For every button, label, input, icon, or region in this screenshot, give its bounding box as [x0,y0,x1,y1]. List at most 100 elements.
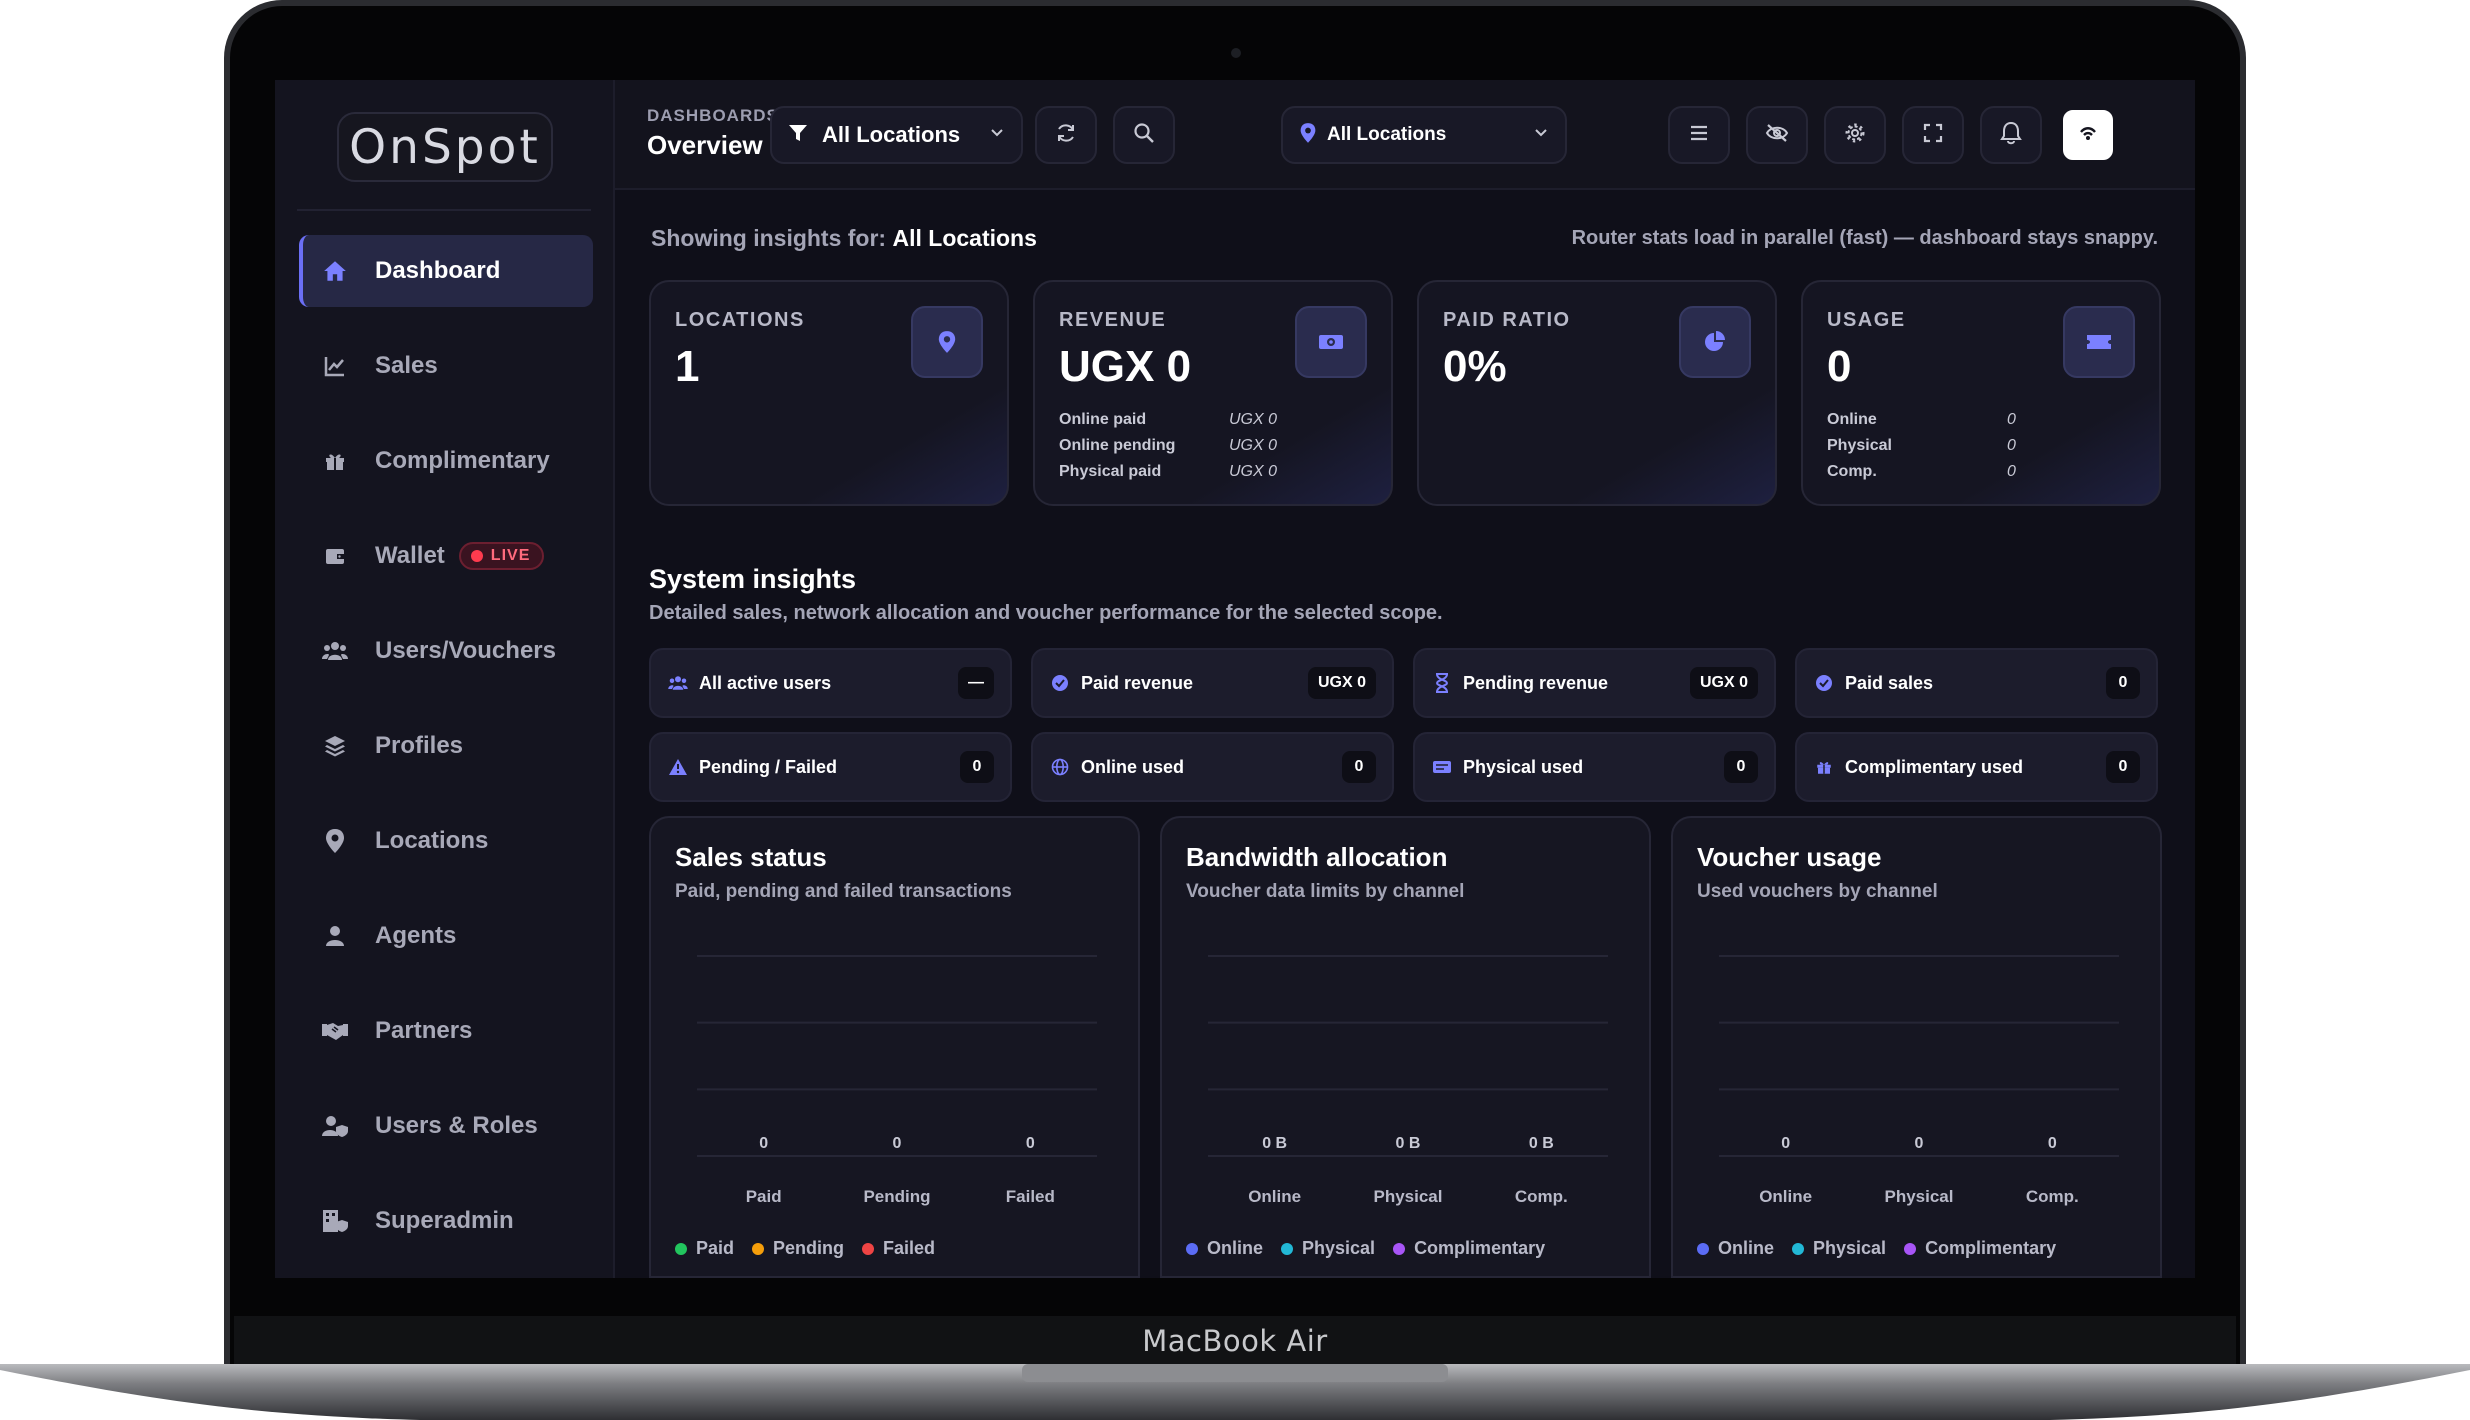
gift-icon [1813,756,1835,778]
menu-button[interactable] [1668,106,1730,164]
sidebar-item-locations[interactable]: Locations [299,805,593,877]
legend-item[interactable]: Failed [862,1238,935,1259]
wifi-logo-icon [2078,124,2098,147]
refresh-button[interactable] [1035,106,1097,164]
category-tick-label: Comp. [2026,1187,2079,1206]
insight-pill-complimentary-used[interactable]: Complimentary used 0 [1795,732,2158,802]
kpi-title: USAGE [1827,309,1906,331]
fullscreen-button[interactable] [1902,106,1964,164]
kpi-value: 0 [1827,342,1852,391]
user-avatar-button[interactable] [2063,110,2113,160]
legend-item[interactable]: Physical [1281,1238,1375,1259]
legend-label: Complimentary [1925,1238,2057,1258]
map-pin-icon [911,306,983,378]
category-tick-label: Paid [746,1187,782,1206]
sidebar-item-users-roles[interactable]: Users & Roles [299,1090,593,1162]
device-label: MacBook Air [1142,1324,1328,1358]
sidebar-item-superadmin[interactable]: Superadmin [299,1185,593,1257]
location-select-value: All Locations [1327,124,1447,145]
legend-item[interactable]: Online [1697,1238,1774,1259]
legend-dot-icon [1186,1242,1198,1255]
legend-item[interactable]: Paid [675,1238,734,1259]
notifications-button[interactable] [1980,106,2042,164]
sidebar-item-dashboard[interactable]: Dashboard [299,235,593,307]
hourglass-icon [1431,672,1453,694]
insight-pill-paid-revenue[interactable]: Paid revenue UGX 0 [1031,648,1394,718]
insight-pill-paid-sales[interactable]: Paid sales 0 [1795,648,2158,718]
chart-panel-sales-status: Sales status Paid, pending and failed tr… [649,816,1140,1278]
bar-value-label: 0 [2048,1135,2057,1152]
kpi-title: PAID RATIO [1443,309,1571,331]
legend-item[interactable]: Pending [752,1238,844,1259]
category-tick-label: Failed [1006,1187,1055,1206]
map-pin-icon [1299,122,1317,149]
pie-chart-icon [1679,306,1751,378]
kpi-row-value: 0 [2007,437,2016,454]
insight-pill-online-used[interactable]: Online used 0 [1031,732,1394,802]
kpi-row: Online pending UGX 0 [1059,433,1367,459]
insight-pill-pending-failed[interactable]: Pending / Failed 0 [649,732,1012,802]
gear-icon [1844,122,1866,149]
sidebar-item-label: Users/Vouchers [375,637,556,664]
settings-button[interactable] [1824,106,1886,164]
legend-item[interactable]: Complimentary [1904,1238,2056,1259]
legend-dot-icon [675,1242,687,1255]
chart-line-icon [321,352,349,380]
laptop-base [0,1364,2470,1420]
users-icon [321,637,349,665]
insights-prefix: Showing insights for: [651,225,887,251]
expand-icon [1923,123,1943,148]
sidebar-item-complimentary[interactable]: Complimentary [299,425,593,497]
sidebar-item-wallet[interactable]: Wallet LIVE [299,520,593,592]
kpi-row-label: Physical [1827,437,1892,454]
page-title: Overview [647,130,763,160]
insight-pill-value: UGX 0 [1689,667,1758,699]
legend-label: Physical [1813,1238,1887,1258]
legend-item[interactable]: Complimentary [1393,1238,1545,1259]
legend-dot-icon [1281,1242,1294,1255]
hide-values-button[interactable] [1746,106,1808,164]
kpi-row-value: UGX 0 [1229,463,1278,480]
location-filter-select[interactable]: All Locations [770,106,1023,164]
kpi-row-value: UGX 0 [1229,411,1278,428]
eye-slash-icon [1765,123,1789,148]
sidebar-item-partners[interactable]: Partners [299,995,593,1067]
users-icon [667,672,689,694]
kpi-title: REVENUE [1059,309,1167,331]
location-select[interactable]: All Locations [1281,106,1567,164]
legend-item[interactable]: Physical [1792,1238,1886,1259]
insight-pill-value: 0 [2106,751,2140,783]
insight-pill-value: — [958,667,994,699]
check-circle-icon [1049,672,1071,694]
webcam [1231,48,1241,58]
bar-chart: 0 Online 0 Physical 0 Comp. [1719,955,2119,1206]
sidebar-item-agents[interactable]: Agents [299,900,593,972]
search-button[interactable] [1113,106,1175,164]
kpi-card-usage: USAGE 0 Online 0 Physical 0 Comp. 0 [1801,280,2161,506]
app-screen: OnSpot Dashboard Sales Complimentary Wal… [275,80,2195,1278]
legend-dot-icon [1792,1242,1805,1255]
logo-text: OnSpot [349,119,541,175]
kpi-row-value: UGX 0 [1229,437,1278,454]
chart-panel-voucher-usage: Voucher usage Used vouchers by channel 0… [1671,816,2162,1278]
kpi-row-label: Comp. [1827,463,1877,480]
breadcrumb-section: DASHBOARDS [647,106,779,125]
kpi-value: UGX 0 [1059,342,1192,391]
sidebar-item-sales[interactable]: Sales [299,330,593,402]
id-card-icon [1431,756,1453,778]
kpi-breakdown: Online 0 Physical 0 Comp. 0 [1827,407,2135,485]
section-title: System insights [649,564,857,594]
insight-pill-physical-used[interactable]: Physical used 0 [1413,732,1776,802]
warning-icon [667,756,689,778]
category-tick-label: Online [1248,1187,1301,1206]
sidebar-item-profiles[interactable]: Profiles [299,710,593,782]
insight-pill-pending-revenue[interactable]: Pending revenue UGX 0 [1413,648,1776,718]
handshake-icon [321,1017,349,1045]
insight-pill-active-users[interactable]: All active users — [649,648,1012,718]
sidebar-item-users-vouchers[interactable]: Users/Vouchers [299,615,593,687]
wallet-icon [321,542,349,570]
kpi-card-locations: LOCATIONS 1 [649,280,1009,506]
legend-item[interactable]: Online [1186,1238,1263,1259]
legend-dot-icon [862,1242,875,1255]
logo[interactable]: OnSpot [337,112,553,182]
